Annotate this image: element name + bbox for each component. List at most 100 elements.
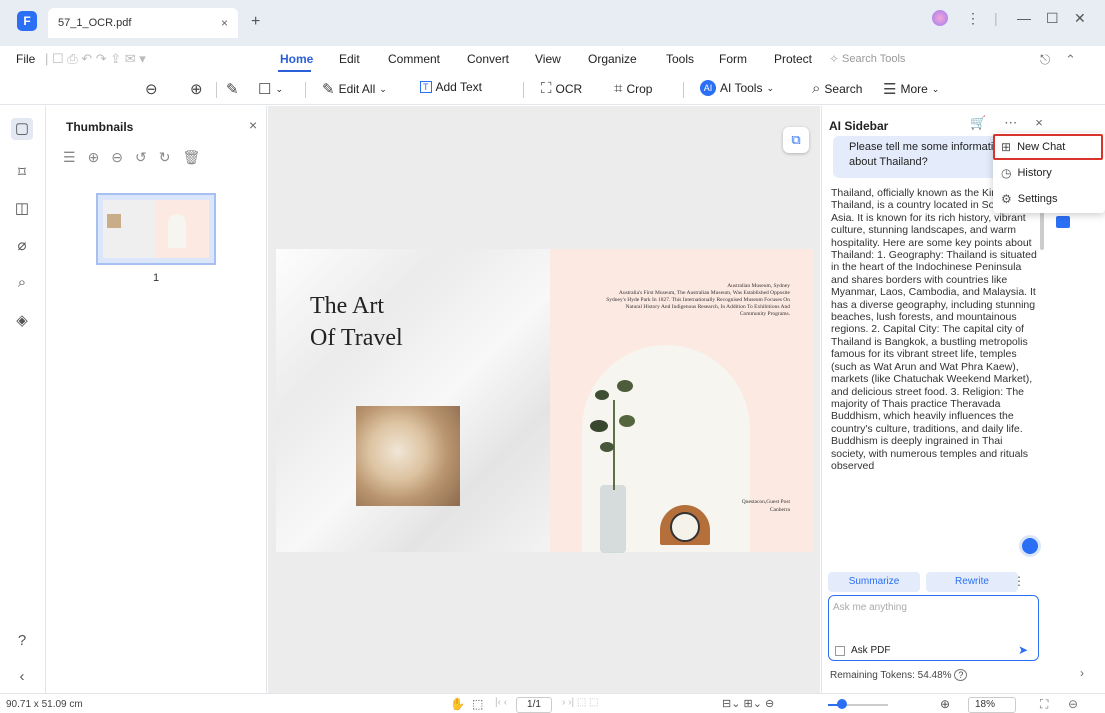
hand-tool-icon[interactable]: ✋ xyxy=(450,697,465,711)
rotate-left-icon[interactable]: ↺ xyxy=(135,149,147,166)
ai-tools-button[interactable]: AI AI Tools ⌄ xyxy=(700,80,774,96)
translate-rail-icon[interactable] xyxy=(1056,216,1070,228)
pencil-icon: ✎ xyxy=(322,81,335,98)
close-sidebar-icon[interactable]: × xyxy=(1035,115,1043,131)
zoom-slider-knob[interactable] xyxy=(837,699,847,709)
layers-icon[interactable]: ◈ xyxy=(11,310,33,332)
zoom-out-button[interactable]: ⊖ xyxy=(145,80,158,98)
collapse-right-icon[interactable]: › xyxy=(1080,666,1084,680)
ai-tools-icon: AI xyxy=(700,80,716,96)
help-circle-icon[interactable]: ? xyxy=(954,669,968,681)
rewrite-button[interactable]: Rewrite xyxy=(926,572,1018,592)
page-thumbnail[interactable] xyxy=(96,193,216,265)
document-tab-label: 57_1_OCR.pdf xyxy=(58,17,132,29)
vase-image xyxy=(600,485,626,553)
fullscreen-icon[interactable]: ⊖ xyxy=(1068,697,1078,711)
thumbnail-tools: ☰ ⊕ ⊖ ↺ ↻ 🗑 xyxy=(63,149,200,166)
plant-image xyxy=(585,380,645,490)
zoom-in-status-icon[interactable]: ⊕ xyxy=(940,697,950,711)
ask-pdf-checkbox[interactable] xyxy=(835,646,845,656)
thumbnail-zoom-out-icon[interactable]: ⊖ xyxy=(111,149,123,166)
menu-home[interactable]: Home xyxy=(280,52,313,66)
rectangle-icon: ☐ xyxy=(258,81,272,98)
new-tab-button[interactable]: + xyxy=(251,13,260,31)
ai-assistant-avatar[interactable] xyxy=(932,10,948,26)
edit-all-label: Edit All xyxy=(338,82,376,96)
ocr-label: OCR xyxy=(555,81,583,96)
zoom-level-select[interactable]: 18% xyxy=(968,697,1016,713)
zoom-in-icon: ⊕ xyxy=(190,81,203,98)
share-icon[interactable]: ⎋ xyxy=(1040,52,1050,68)
menu-organize[interactable]: Organize xyxy=(588,52,637,66)
minimize-button[interactable]: — xyxy=(1017,10,1031,26)
menu-view[interactable]: View xyxy=(535,52,561,66)
attachment-icon[interactable]: ⌀ xyxy=(11,235,33,257)
menu-edit[interactable]: Edit xyxy=(339,52,360,66)
thumbnail-menu-icon[interactable]: ☰ xyxy=(63,149,76,166)
chevron-down-icon: ⌄ xyxy=(275,83,283,94)
next-page-icons[interactable]: › ›| ⬚ ⬚ xyxy=(562,697,599,708)
send-icon[interactable]: ➤ xyxy=(1018,643,1028,657)
help-icon[interactable]: ? xyxy=(11,630,33,652)
add-text-button[interactable]: T Add Text xyxy=(420,80,482,94)
close-tab-icon[interactable]: × xyxy=(221,16,228,30)
thumbnails-panel-icon[interactable]: ▢ xyxy=(11,118,33,140)
toolbar-divider xyxy=(216,82,217,98)
ai-assistant-badge[interactable] xyxy=(1019,535,1041,557)
highlight-button[interactable]: ✎ xyxy=(226,80,239,98)
app-logo-icon: F xyxy=(17,11,37,31)
rotate-right-icon[interactable]: ↻ xyxy=(159,149,171,166)
cart-icon[interactable]: 🛒 xyxy=(970,115,986,131)
thumbnails-title: Thumbnails xyxy=(66,120,134,134)
thumbnails-close-icon[interactable]: × xyxy=(249,117,257,133)
maximize-button[interactable]: ☐ xyxy=(1046,10,1059,27)
ocr-button[interactable]: ⛶ OCR xyxy=(541,80,582,97)
menu-tools[interactable]: Tools xyxy=(666,52,694,66)
fit-page-icon[interactable]: ⛶ xyxy=(1040,697,1048,712)
edit-all-button[interactable]: ✎ Edit All ⌄ xyxy=(322,80,387,98)
settings-icon: ⚙ xyxy=(1001,192,1012,206)
dropdown-settings[interactable]: ⚙ Settings xyxy=(1001,187,1058,211)
menu-form[interactable]: Form xyxy=(719,52,747,66)
search-button[interactable]: ⌕ Search xyxy=(812,80,862,97)
shape-button[interactable]: ☐ ⌄ xyxy=(258,80,283,98)
dropdown-history[interactable]: ◷ History xyxy=(1001,161,1052,185)
more-button[interactable]: ☰ More ⌄ xyxy=(883,80,939,98)
comment-icon[interactable]: ◫ xyxy=(11,198,33,220)
menu-comment[interactable]: Comment xyxy=(388,52,440,66)
menu-dots-icon[interactable]: ⋮ xyxy=(966,10,980,27)
questacon-caption: Questacon,Guest Post Canberra xyxy=(741,499,790,513)
more-label: More xyxy=(900,82,928,96)
quick-access-icons[interactable]: | ☐ ⎙ ↶ ↷ ⇪ ✉ ▾ xyxy=(45,51,146,67)
remaining-tokens-label: Remaining Tokens: 54.48% xyxy=(830,670,952,681)
chips-more-icon[interactable]: ⋮ xyxy=(1013,574,1025,588)
view-mode-icons[interactable]: ⊟⌄ ⊞⌄ ⊖ xyxy=(722,697,774,710)
search-rail-icon[interactable]: ⌕ xyxy=(11,272,33,294)
summarize-button[interactable]: Summarize xyxy=(828,572,920,592)
prev-page-icons[interactable]: |‹ ‹ xyxy=(495,697,507,708)
thumbnail-page-number: 1 xyxy=(153,272,160,284)
search-tools-input[interactable]: Search Tools xyxy=(842,53,905,65)
search-icon: ⌕ xyxy=(812,80,821,97)
more-options-icon[interactable]: ⋯ xyxy=(1004,115,1017,131)
bookmark-icon[interactable]: ⌑ xyxy=(11,162,33,184)
ai-response-text: Thailand, officially known as the Kingdo… xyxy=(831,187,1037,472)
text-box-icon: T xyxy=(420,81,432,93)
zoom-out-icon: ⊖ xyxy=(145,81,158,98)
document-tab[interactable]: 57_1_OCR.pdf × xyxy=(48,8,238,38)
crop-button[interactable]: ⌗ Crop xyxy=(614,80,652,97)
dried-flowers-photo xyxy=(356,406,460,506)
menu-file[interactable]: File xyxy=(16,52,35,66)
delete-page-icon[interactable]: 🗑 xyxy=(183,149,201,166)
thumbnail-zoom-in-icon[interactable]: ⊕ xyxy=(88,149,100,166)
menu-protect[interactable]: Protect xyxy=(774,52,812,66)
zoom-in-button[interactable]: ⊕ xyxy=(190,80,203,98)
close-window-button[interactable]: ✕ xyxy=(1074,10,1086,27)
floating-ai-button[interactable]: ⧉ xyxy=(783,127,809,153)
page-number-input[interactable]: 1/1 xyxy=(516,697,552,713)
select-tool-icon[interactable]: ⬚ xyxy=(472,697,483,711)
collapse-left-icon[interactable]: ‹ xyxy=(11,666,33,688)
collapse-ribbon-icon[interactable]: ⌃ xyxy=(1065,52,1076,68)
ai-tools-label: AI Tools xyxy=(720,81,763,95)
menu-convert[interactable]: Convert xyxy=(467,52,509,66)
